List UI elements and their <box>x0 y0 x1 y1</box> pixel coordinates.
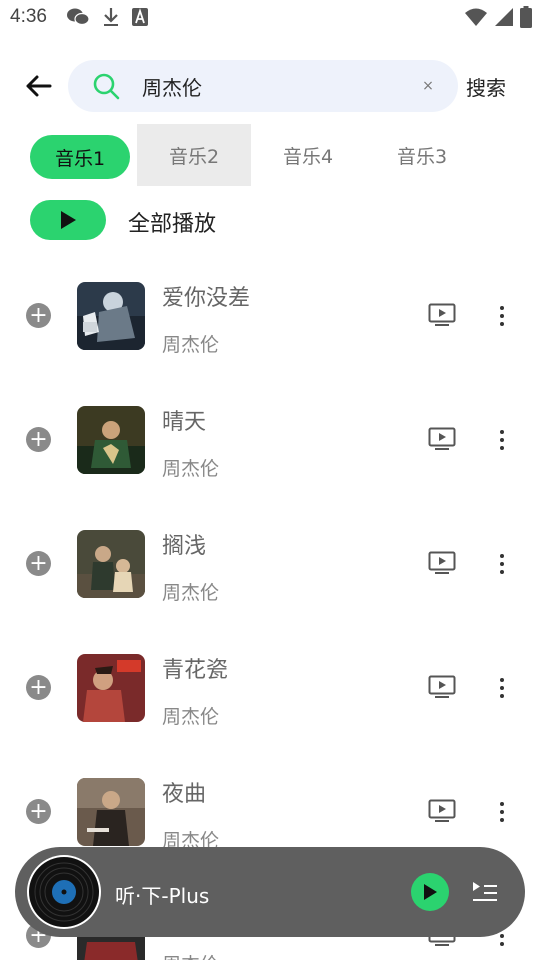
song-artist: 周杰伦 <box>162 706 220 728</box>
search-input[interactable] <box>142 72 402 100</box>
plus-icon: + <box>29 674 48 700</box>
play-all-button[interactable] <box>30 200 106 240</box>
add-to-playlist-button[interactable]: + <box>26 427 51 452</box>
tab-music3[interactable]: 音乐3 <box>365 124 479 186</box>
video-icon <box>428 551 456 574</box>
plus-icon: + <box>29 550 48 576</box>
video-icon <box>428 427 456 450</box>
video-icon <box>428 303 456 326</box>
tab-music1[interactable]: 音乐1 <box>30 135 130 179</box>
song-title: 青花瓷 <box>162 658 229 683</box>
add-to-playlist-button[interactable]: + <box>26 799 51 824</box>
search-button[interactable]: 搜索 <box>466 72 506 101</box>
signal-icon <box>494 7 514 31</box>
play-all-label[interactable]: 全部播放 <box>128 206 216 238</box>
status-bar: 4:36 <box>0 0 540 36</box>
album-cover <box>77 654 145 722</box>
song-title: 夜曲 <box>162 782 207 807</box>
search-clear-button[interactable]: × <box>418 76 438 96</box>
plus-icon: + <box>29 798 48 824</box>
status-right-icons <box>464 6 532 32</box>
search-box[interactable]: × <box>68 60 458 112</box>
tab-music2[interactable]: 音乐2 <box>137 124 251 186</box>
plus-icon: + <box>29 426 48 452</box>
source-tabs: 音乐1 音乐2 音乐4 音乐3 <box>30 124 510 186</box>
battery-icon <box>520 6 532 32</box>
tab-music4[interactable]: 音乐4 <box>251 124 365 186</box>
album-cover <box>77 406 145 474</box>
arrow-left-icon <box>26 75 52 97</box>
album-cover <box>77 778 145 846</box>
mini-play-button[interactable] <box>411 873 449 911</box>
status-left-icons <box>66 7 148 31</box>
download-icon <box>102 7 120 31</box>
more-options-button[interactable] <box>492 302 512 330</box>
song-title: 搁浅 <box>162 534 207 559</box>
mv-button[interactable] <box>428 799 456 823</box>
mini-player[interactable]: 听·下-Plus <box>15 847 525 937</box>
playlist-button[interactable] <box>471 879 499 905</box>
song-row[interactable]: + 爱你没差 周杰伦 <box>0 254 540 378</box>
album-cover <box>77 530 145 598</box>
search-icon <box>93 73 120 100</box>
back-button[interactable] <box>20 68 56 104</box>
mv-button[interactable] <box>428 675 456 699</box>
song-artist: 周杰伦 <box>162 334 220 356</box>
mv-button[interactable] <box>428 551 456 575</box>
song-title: 晴天 <box>162 410 207 435</box>
video-icon <box>428 799 456 822</box>
mv-button[interactable] <box>428 427 456 451</box>
plus-icon: + <box>29 302 48 328</box>
more-options-button[interactable] <box>492 550 512 578</box>
song-row[interactable]: + 搁浅 周杰伦 <box>0 502 540 626</box>
more-options-button[interactable] <box>492 674 512 702</box>
play-icon <box>61 211 76 229</box>
more-options-button[interactable] <box>492 426 512 454</box>
album-cover <box>77 282 145 350</box>
a-icon <box>132 8 148 30</box>
now-playing-title[interactable]: 听·下-Plus <box>115 880 209 909</box>
song-artist: 周杰伦 <box>162 950 219 960</box>
more-options-button[interactable] <box>492 798 512 826</box>
add-to-playlist-button[interactable]: + <box>26 551 51 576</box>
wifi-icon <box>464 7 488 31</box>
playlist-icon <box>473 882 497 901</box>
song-artist: 周杰伦 <box>162 582 220 604</box>
vinyl-disc-icon[interactable] <box>27 855 101 929</box>
song-artist: 周杰伦 <box>162 458 220 480</box>
wechat-icon <box>66 7 90 31</box>
video-icon <box>428 675 456 698</box>
song-row[interactable]: + 晴天 周杰伦 <box>0 378 540 502</box>
add-to-playlist-button[interactable]: + <box>26 675 51 700</box>
song-title: 爱你没差 <box>162 286 251 311</box>
play-icon <box>424 884 437 900</box>
song-row[interactable]: + 青花瓷 周杰伦 <box>0 626 540 750</box>
add-to-playlist-button[interactable]: + <box>26 303 51 328</box>
status-time: 4:36 <box>10 6 47 27</box>
mv-button[interactable] <box>428 303 456 327</box>
